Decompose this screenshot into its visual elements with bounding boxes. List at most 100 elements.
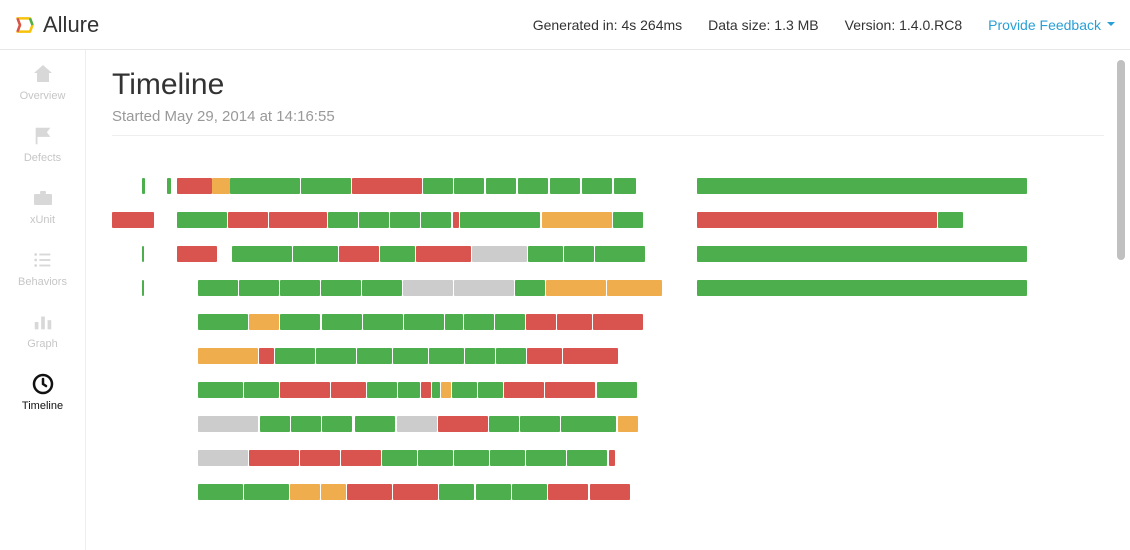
timeline-segment[interactable] xyxy=(528,246,563,262)
timeline-segment[interactable] xyxy=(526,450,566,466)
timeline-segment[interactable] xyxy=(390,212,420,228)
sidebar-item-defects[interactable]: Defects xyxy=(0,112,85,174)
timeline-segment[interactable] xyxy=(614,178,636,194)
vertical-scrollbar[interactable] xyxy=(1114,50,1128,550)
timeline-segment[interactable] xyxy=(380,246,415,262)
timeline-segment[interactable] xyxy=(269,212,327,228)
timeline-segment[interactable] xyxy=(300,450,340,466)
timeline-segment[interactable] xyxy=(198,484,243,500)
timeline-segment[interactable] xyxy=(454,280,514,296)
timeline-segment[interactable] xyxy=(490,450,525,466)
timeline-segment[interactable] xyxy=(316,348,356,364)
timeline-segment[interactable] xyxy=(439,484,474,500)
timeline-segment[interactable] xyxy=(429,348,464,364)
timeline-segment[interactable] xyxy=(403,280,453,296)
timeline-segment[interactable] xyxy=(280,314,320,330)
timeline-segment[interactable] xyxy=(198,314,248,330)
timeline-segment[interactable] xyxy=(142,178,145,194)
timeline-segment[interactable] xyxy=(355,416,395,432)
timeline-segment[interactable] xyxy=(476,484,511,500)
timeline-segment[interactable] xyxy=(359,212,389,228)
feedback-link[interactable]: Provide Feedback xyxy=(988,17,1115,33)
timeline-segment[interactable] xyxy=(697,280,1027,296)
timeline-segment[interactable] xyxy=(421,212,451,228)
timeline-segment[interactable] xyxy=(249,314,279,330)
timeline-segment[interactable] xyxy=(454,450,489,466)
timeline-segment[interactable] xyxy=(416,246,471,262)
timeline-segment[interactable] xyxy=(275,348,315,364)
timeline-segment[interactable] xyxy=(542,212,612,228)
timeline-segment[interactable] xyxy=(609,450,615,466)
timeline-segment[interactable] xyxy=(362,280,402,296)
timeline-segment[interactable] xyxy=(244,484,289,500)
timeline-segment[interactable] xyxy=(398,382,420,398)
timeline-segment[interactable] xyxy=(504,382,544,398)
timeline-segment[interactable] xyxy=(397,416,437,432)
timeline-segment[interactable] xyxy=(495,314,525,330)
timeline-segment[interactable] xyxy=(550,178,580,194)
timeline-segment[interactable] xyxy=(421,382,431,398)
timeline-segment[interactable] xyxy=(347,484,392,500)
sidebar-item-overview[interactable]: Overview xyxy=(0,50,85,112)
timeline-segment[interactable] xyxy=(212,178,230,194)
timeline-segment[interactable] xyxy=(341,450,381,466)
timeline-segment[interactable] xyxy=(328,212,358,228)
timeline-segment[interactable] xyxy=(472,246,527,262)
timeline-segment[interactable] xyxy=(545,382,595,398)
timeline-segment[interactable] xyxy=(590,484,630,500)
timeline-segment[interactable] xyxy=(290,484,320,500)
timeline-segment[interactable] xyxy=(563,348,618,364)
timeline-segment[interactable] xyxy=(582,178,612,194)
timeline-segment[interactable] xyxy=(607,280,662,296)
timeline-segment[interactable] xyxy=(597,382,637,398)
timeline-segment[interactable] xyxy=(465,348,495,364)
timeline-segment[interactable] xyxy=(280,280,320,296)
timeline-segment[interactable] xyxy=(301,178,351,194)
timeline-segment[interactable] xyxy=(363,314,403,330)
timeline-segment[interactable] xyxy=(697,212,937,228)
timeline-segment[interactable] xyxy=(557,314,592,330)
timeline-segment[interactable] xyxy=(293,246,338,262)
timeline-segment[interactable] xyxy=(321,280,361,296)
timeline-segment[interactable] xyxy=(527,348,562,364)
timeline-segment[interactable] xyxy=(339,246,379,262)
app-logo[interactable]: Allure xyxy=(15,12,99,38)
timeline-segment[interactable] xyxy=(432,382,440,398)
timeline-segment[interactable] xyxy=(249,450,299,466)
timeline-segment[interactable] xyxy=(613,212,643,228)
timeline-segment[interactable] xyxy=(518,178,548,194)
sidebar-item-graph[interactable]: Graph xyxy=(0,298,85,360)
timeline-segment[interactable] xyxy=(322,314,362,330)
timeline-segment[interactable] xyxy=(496,348,526,364)
timeline-segment[interactable] xyxy=(198,416,258,432)
timeline-segment[interactable] xyxy=(697,246,1027,262)
timeline-segment[interactable] xyxy=(697,178,1027,194)
timeline-segment[interactable] xyxy=(486,178,516,194)
timeline-segment[interactable] xyxy=(445,314,463,330)
timeline-segment[interactable] xyxy=(280,382,330,398)
timeline-segment[interactable] xyxy=(352,178,422,194)
timeline-segment[interactable] xyxy=(393,484,438,500)
timeline-segment[interactable] xyxy=(232,246,292,262)
timeline-segment[interactable] xyxy=(561,416,616,432)
timeline-segment[interactable] xyxy=(112,212,154,228)
scrollbar-thumb[interactable] xyxy=(1117,60,1125,260)
timeline-segment[interactable] xyxy=(244,382,279,398)
sidebar-item-behaviors[interactable]: Behaviors xyxy=(0,236,85,298)
timeline-segment[interactable] xyxy=(464,314,494,330)
sidebar-item-timeline[interactable]: Timeline xyxy=(0,360,85,422)
timeline-segment[interactable] xyxy=(418,450,453,466)
timeline-segment[interactable] xyxy=(198,280,238,296)
timeline-segment[interactable] xyxy=(452,382,477,398)
timeline-segment[interactable] xyxy=(438,416,488,432)
timeline-segment[interactable] xyxy=(259,348,274,364)
timeline-segment[interactable] xyxy=(198,348,258,364)
timeline-segment[interactable] xyxy=(198,382,243,398)
timeline-segment[interactable] xyxy=(239,280,279,296)
timeline-segment[interactable] xyxy=(478,382,503,398)
timeline-segment[interactable] xyxy=(423,178,453,194)
timeline-segment[interactable] xyxy=(489,416,519,432)
timeline-segment[interactable] xyxy=(548,484,588,500)
timeline-segment[interactable] xyxy=(321,484,346,500)
timeline-chart[interactable] xyxy=(112,178,1072,518)
